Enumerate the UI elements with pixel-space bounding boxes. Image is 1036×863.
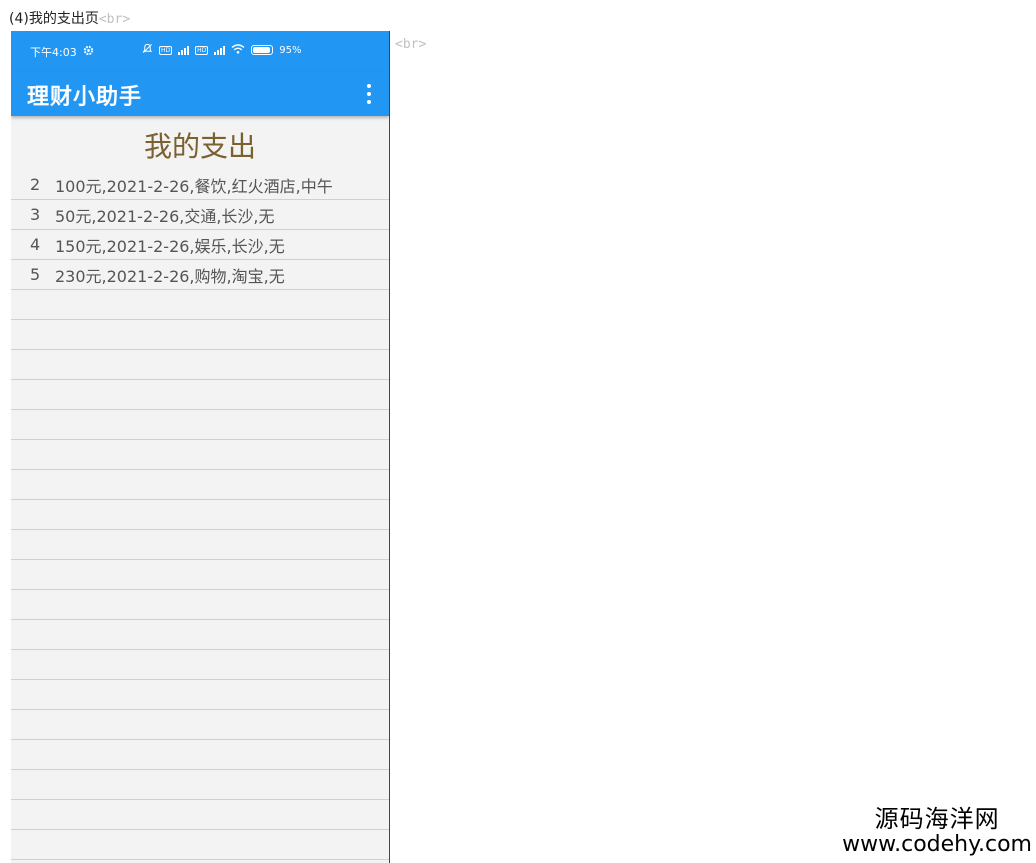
list-item-index: 4 (30, 235, 41, 254)
watermark: 源码海洋网 www.codehy.com (842, 805, 1032, 857)
list-item[interactable]: 5 230元,2021-2-26,购物,淘宝,无 (11, 260, 389, 290)
empty-list-row (11, 320, 389, 350)
settings-icon (83, 45, 94, 59)
list-item-index: 5 (30, 265, 41, 284)
page: (4)我的支出页<br> <br> 下午4:03 HD HD 95% 理财小助手… (0, 0, 1036, 863)
notification-muted-icon (142, 43, 153, 57)
empty-list-row (11, 440, 389, 470)
right-br-tag: <br> (395, 37, 427, 52)
list-item-text: 100元,2021-2-26,餐饮,红火酒店,中午 (55, 176, 333, 196)
empty-list-row (11, 590, 389, 620)
empty-list-row (11, 710, 389, 740)
app-bar: 理财小助手 (11, 71, 389, 116)
empty-list-row (11, 830, 389, 860)
empty-list-row (11, 800, 389, 830)
list-item[interactable]: 4 150元,2021-2-26,娱乐,长沙,无 (11, 230, 389, 260)
caption-text: (4)我的支出页 (9, 11, 99, 27)
hd-icon: HD (159, 45, 173, 55)
empty-list-row (11, 410, 389, 440)
expense-list: 2 100元,2021-2-26,餐饮,红火酒店,中午 3 50元,2021-2… (11, 170, 389, 863)
empty-list-row (11, 290, 389, 320)
list-item-text: 230元,2021-2-26,购物,淘宝,无 (55, 266, 285, 286)
empty-list-row (11, 380, 389, 410)
empty-list-row (11, 560, 389, 590)
list-item-index: 3 (30, 205, 41, 224)
list-item-index: 2 (30, 175, 41, 194)
empty-list-row (11, 350, 389, 380)
signal-4g-icon-2 (214, 45, 226, 55)
status-time: 下午4:03 (30, 46, 77, 59)
empty-list-row (11, 620, 389, 650)
status-time-group: 下午4:03 (30, 44, 94, 60)
battery-percent: 95% (279, 44, 302, 56)
list-item[interactable]: 2 100元,2021-2-26,餐饮,红火酒店,中午 (11, 170, 389, 200)
list-item-text: 150元,2021-2-26,娱乐,长沙,无 (55, 236, 285, 256)
status-bar: 下午4:03 HD HD 95% (11, 31, 389, 71)
empty-list-row (11, 740, 389, 770)
wifi-icon (231, 43, 245, 57)
list-item[interactable]: 3 50元,2021-2-26,交通,长沙,无 (11, 200, 389, 230)
watermark-url: www.codehy.com (842, 832, 1032, 857)
battery-icon (251, 45, 274, 55)
caption-br-tag: <br> (98, 12, 131, 27)
page-title: 我的支出 (143, 130, 256, 163)
caption: (4)我的支出页<br> (9, 8, 130, 28)
empty-list-row (11, 770, 389, 800)
empty-list-row (11, 470, 389, 500)
empty-list-row (11, 530, 389, 560)
empty-list-row (11, 500, 389, 530)
status-icons: HD HD 95% (142, 43, 302, 57)
app-title: 理财小助手 (27, 85, 143, 110)
more-vert-icon[interactable] (361, 84, 377, 104)
list-item-text: 50元,2021-2-26,交通,长沙,无 (55, 206, 275, 226)
signal-4g-icon (178, 45, 190, 55)
empty-list-row (11, 650, 389, 680)
watermark-site-name: 源码海洋网 (874, 805, 1000, 833)
phone-screen: 下午4:03 HD HD 95% 理财小助手 我的支出 2 100元,2021-… (11, 31, 390, 863)
empty-list-row (11, 680, 389, 710)
hd-icon-2: HD (195, 45, 209, 55)
